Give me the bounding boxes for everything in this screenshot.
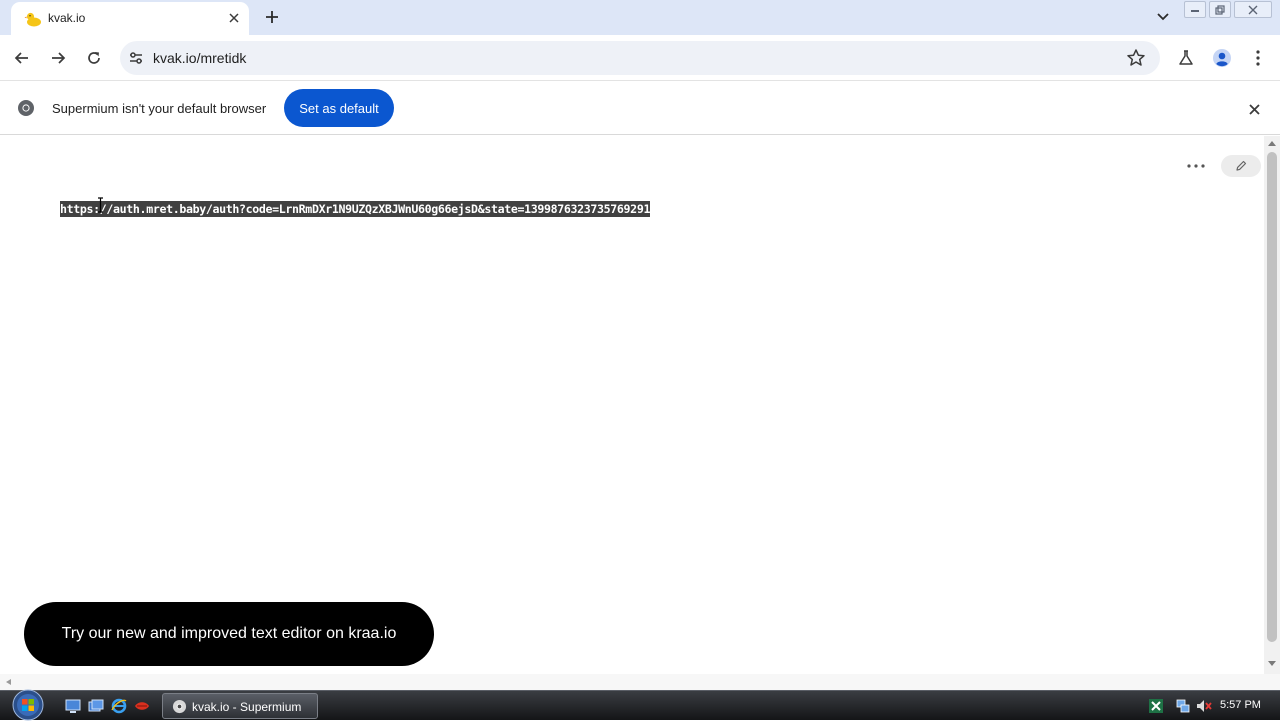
back-arrow-icon[interactable] — [9, 45, 35, 71]
scroll-down-arrow-icon[interactable] — [1267, 660, 1277, 668]
document-text-selected[interactable]: https://auth.mret.baby/auth?code=LrnRmDX… — [60, 201, 650, 217]
scroll-left-arrow-icon[interactable] — [4, 678, 12, 686]
switch-windows-icon[interactable] — [88, 698, 104, 714]
edit-pencil-icon[interactable] — [1221, 155, 1261, 177]
infobar-message: Supermium isn't your default browser — [52, 101, 267, 116]
set-as-default-button[interactable]: Set as default — [284, 89, 394, 127]
labs-flask-icon[interactable] — [1175, 47, 1197, 69]
tab-title: kvak.io — [48, 11, 86, 25]
browser-toolbar: kvak.io/mretidk — [0, 35, 1280, 81]
excel-tray-icon[interactable] — [1148, 698, 1164, 714]
scroll-up-arrow-icon[interactable] — [1267, 139, 1277, 147]
close-window-icon[interactable] — [1234, 1, 1272, 18]
minimize-window-icon[interactable] — [1184, 1, 1206, 18]
tab-kvak[interactable]: kvak.io — [11, 2, 249, 35]
profile-avatar-icon[interactable] — [1211, 47, 1233, 69]
windows-taskbar: kvak.io - Supermium 5:57 PM — [0, 688, 1280, 722]
internet-explorer-icon[interactable] — [111, 698, 127, 714]
vertical-scrollbar[interactable] — [1264, 136, 1280, 674]
default-browser-infobar: Supermium isn't your default browser Set… — [0, 82, 1280, 135]
infobar-close-icon[interactable] — [1244, 99, 1264, 119]
tab-search-chevron-icon[interactable] — [1152, 6, 1174, 28]
restore-window-icon[interactable] — [1209, 1, 1231, 18]
network-tray-icon[interactable] — [1175, 698, 1191, 714]
site-settings-icon[interactable] — [127, 49, 145, 67]
kebab-menu-icon[interactable] — [1247, 47, 1269, 69]
taskbar-window-button[interactable]: kvak.io - Supermium — [162, 693, 318, 719]
supermium-logo-icon — [172, 699, 187, 714]
taskbar-clock[interactable]: 5:57 PM — [1220, 699, 1261, 711]
tab-close-icon[interactable] — [225, 9, 243, 27]
horizontal-scrollbar[interactable] — [0, 674, 1280, 690]
bookmark-star-icon[interactable] — [1126, 48, 1146, 68]
duck-favicon-icon — [24, 12, 41, 27]
more-options-icon[interactable] — [1184, 156, 1208, 176]
kraa-promo-banner[interactable]: Try our new and improved text editor on … — [24, 602, 434, 666]
vertical-scroll-thumb[interactable] — [1267, 152, 1277, 642]
start-orb-icon[interactable] — [8, 688, 48, 722]
text-cursor-icon — [98, 197, 103, 213]
tab-strip: kvak.io — [0, 0, 1280, 35]
address-url[interactable]: kvak.io/mretidk — [153, 50, 246, 66]
forward-arrow-icon[interactable] — [45, 45, 71, 71]
new-tab-icon[interactable] — [261, 6, 283, 28]
page-content: https://auth.mret.baby/auth?code=LrnRmDX… — [0, 136, 1264, 674]
reload-icon[interactable] — [81, 45, 107, 71]
taskbar-window-label: kvak.io - Supermium — [192, 700, 302, 714]
browser-logo-icon — [18, 100, 34, 116]
address-bar[interactable]: kvak.io/mretidk — [120, 41, 1160, 75]
show-desktop-icon[interactable] — [65, 698, 81, 714]
media-player-lips-icon[interactable] — [134, 698, 150, 714]
volume-muted-tray-icon[interactable] — [1196, 698, 1212, 714]
